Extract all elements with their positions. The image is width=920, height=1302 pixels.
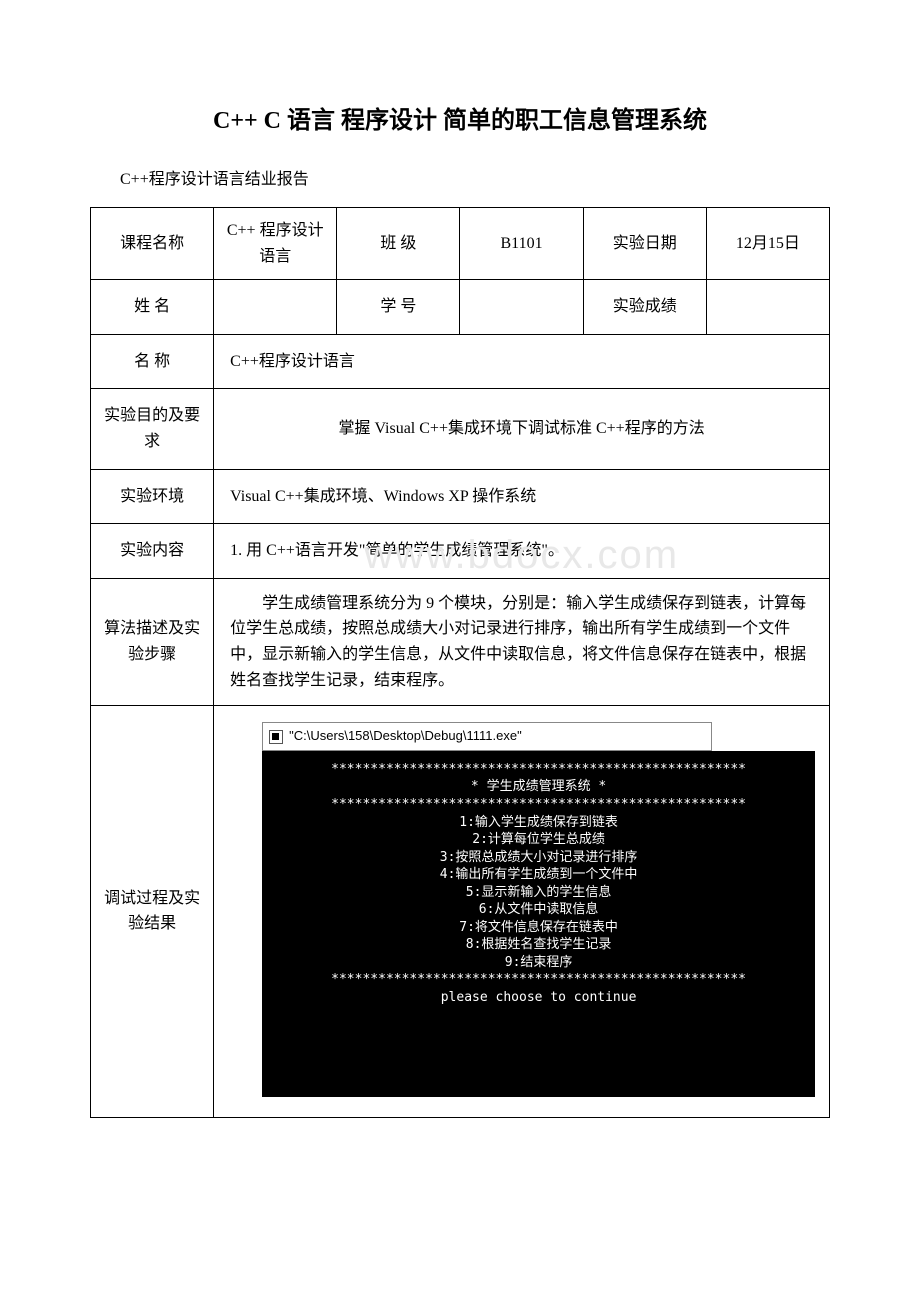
name-value: C++程序设计语言 — [214, 334, 830, 389]
algorithm-label: 算法描述及实验步骤 — [91, 578, 214, 705]
student-id-value — [460, 280, 583, 335]
exp-date-label: 实验日期 — [583, 208, 706, 280]
content-label: 实验内容 — [91, 524, 214, 579]
exp-score-label: 实验成绩 — [583, 280, 706, 335]
console-titlebar: "C:\Users\158\Desktop\Debug\1111.exe" — [262, 722, 712, 751]
debug-result-cell: "C:\Users\158\Desktop\Debug\1111.exe" **… — [214, 706, 830, 1117]
table-row: 名 称 C++程序设计语言 — [91, 334, 830, 389]
table-row: 调试过程及实验结果 "C:\Users\158\Desktop\Debug\11… — [91, 706, 830, 1117]
env-value: Visual C++集成环境、Windows XP 操作系统 — [214, 469, 830, 524]
exp-date-value: 12月15日 — [706, 208, 829, 280]
debug-label: 调试过程及实验结果 — [91, 706, 214, 1117]
report-table: 课程名称 C++ 程序设计语言 班 级 B1101 实验日期 12月15日 姓 … — [90, 207, 830, 1118]
purpose-value: 掌握 Visual C++集成环境下调试标准 C++程序的方法 — [214, 389, 830, 469]
table-row: 算法描述及实验步骤 学生成绩管理系统分为 9 个模块，分别是：输入学生成绩保存到… — [91, 578, 830, 705]
content-value-cell: 1. 用 C++语言开发"简单的学生成绩管理系统"。 www.bdocx.com — [214, 524, 830, 579]
algorithm-value: 学生成绩管理系统分为 9 个模块，分别是：输入学生成绩保存到链表，计算每位学生总… — [214, 578, 830, 705]
student-id-label: 学 号 — [337, 280, 460, 335]
student-name-label: 姓 名 — [91, 280, 214, 335]
name-label: 名 称 — [91, 334, 214, 389]
app-icon — [269, 730, 283, 744]
page-title: C++ C 语言 程序设计 简单的职工信息管理系统 — [90, 100, 830, 135]
table-row: 姓 名 学 号 实验成绩 — [91, 280, 830, 335]
table-row: 课程名称 C++ 程序设计语言 班 级 B1101 实验日期 12月15日 — [91, 208, 830, 280]
console-path: "C:\Users\158\Desktop\Debug\1111.exe" — [289, 726, 522, 747]
purpose-label: 实验目的及要求 — [91, 389, 214, 469]
algorithm-text: 学生成绩管理系统分为 9 个模块，分别是：输入学生成绩保存到链表，计算每位学生总… — [230, 591, 813, 693]
student-name-value — [214, 280, 337, 335]
table-row: 实验内容 1. 用 C++语言开发"简单的学生成绩管理系统"。 www.bdoc… — [91, 524, 830, 579]
table-row: 实验环境 Visual C++集成环境、Windows XP 操作系统 — [91, 469, 830, 524]
console-output: ****************************************… — [262, 751, 815, 1097]
course-name-value: C++ 程序设计语言 — [214, 208, 337, 280]
class-label: 班 级 — [337, 208, 460, 280]
env-label: 实验环境 — [91, 469, 214, 524]
table-row: 实验目的及要求 掌握 Visual C++集成环境下调试标准 C++程序的方法 — [91, 389, 830, 469]
course-name-label: 课程名称 — [91, 208, 214, 280]
content-value: 1. 用 C++语言开发"简单的学生成绩管理系统"。 — [230, 542, 564, 559]
class-value: B1101 — [460, 208, 583, 280]
exp-score-value — [706, 280, 829, 335]
page-subtitle: C++程序设计语言结业报告 — [120, 165, 830, 189]
